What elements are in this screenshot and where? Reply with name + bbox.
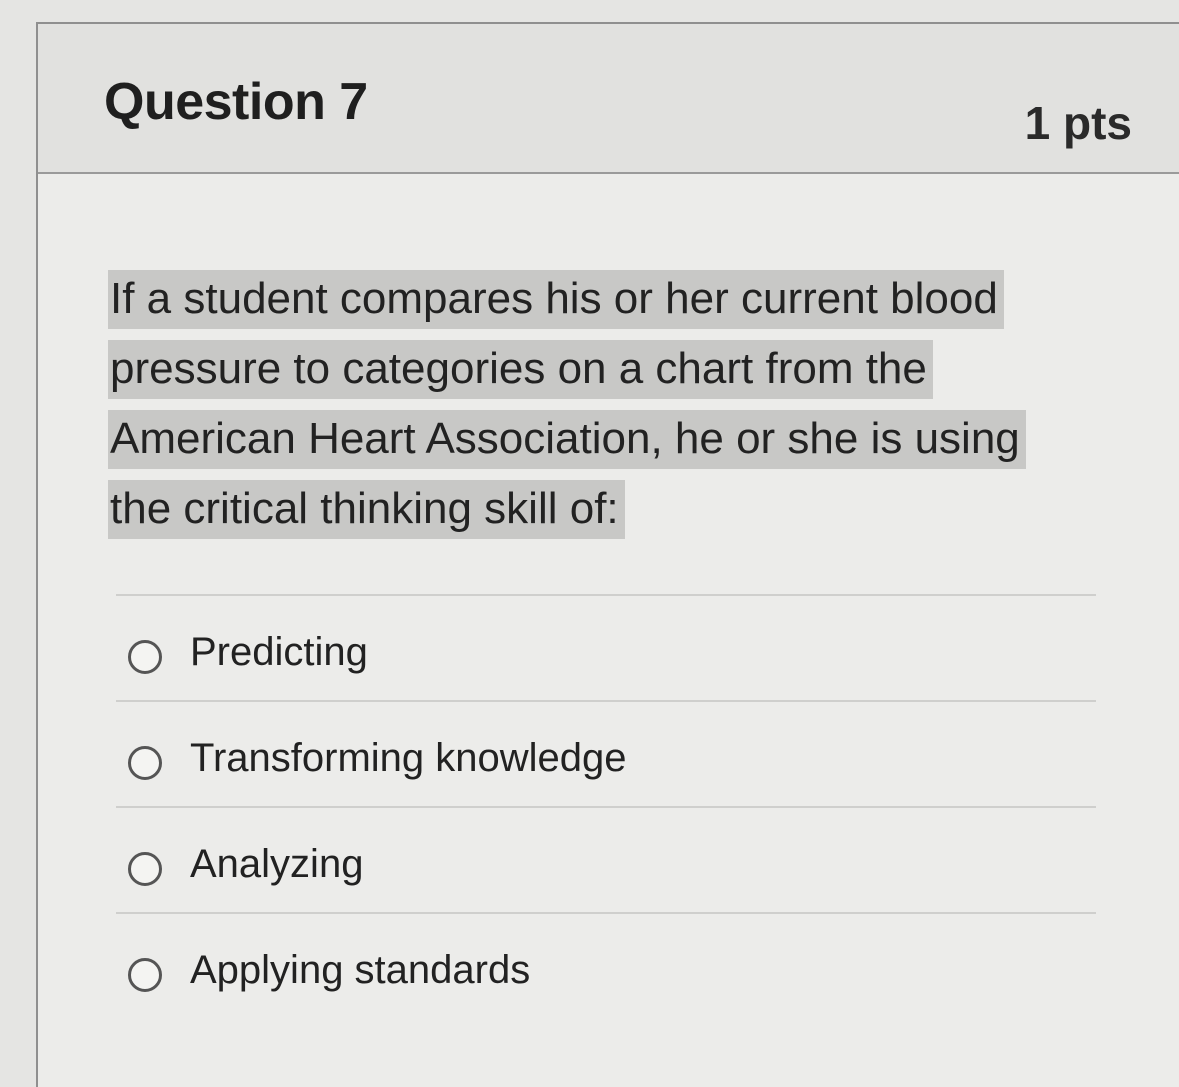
answer-label[interactable]: Analyzing [190, 842, 363, 887]
radio-button[interactable] [128, 958, 162, 992]
question-text-line: If a student compares his or her current… [108, 270, 1004, 329]
answer-label[interactable]: Applying standards [190, 948, 530, 993]
question-text-line: American Heart Association, he or she is… [108, 410, 1026, 469]
question-text-line: pressure to categories on a chart from t… [108, 340, 933, 399]
radio-button[interactable] [128, 852, 162, 886]
question-card: Question 7 1 pts If a student compares h… [36, 22, 1179, 1087]
answer-label[interactable]: Predicting [190, 630, 368, 675]
question-title: Question 7 [104, 73, 368, 131]
answer-option-transforming-knowledge[interactable]: Transforming knowledge [116, 700, 1096, 806]
radio-button[interactable] [128, 640, 162, 674]
question-text: If a student compares his or her current… [108, 264, 1068, 544]
question-header: Question 7 1 pts [38, 24, 1179, 174]
answer-option-analyzing[interactable]: Analyzing [116, 806, 1096, 912]
question-points: 1 pts [1024, 97, 1132, 149]
quiz-page: Question 7 1 pts If a student compares h… [0, 0, 1179, 1087]
radio-button[interactable] [128, 746, 162, 780]
answer-list: Predicting Transforming knowledge Analyz… [116, 594, 1096, 1018]
answer-option-predicting[interactable]: Predicting [116, 594, 1096, 700]
answer-option-applying-standards[interactable]: Applying standards [116, 912, 1096, 1018]
answer-label[interactable]: Transforming knowledge [190, 736, 627, 781]
question-text-line: the critical thinking skill of: [108, 480, 625, 539]
